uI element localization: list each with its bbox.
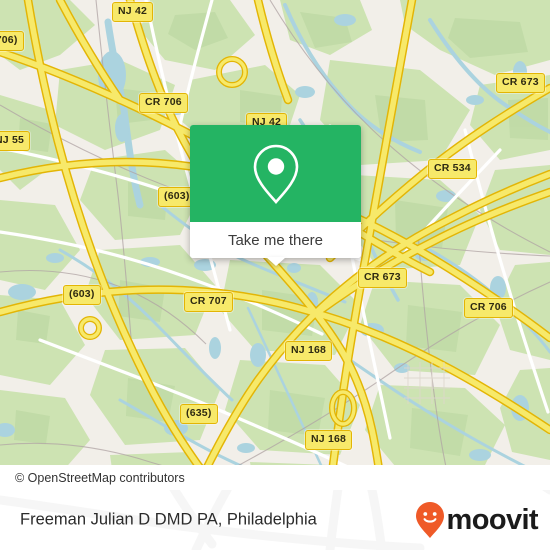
shield-cr-673-northeast: CR 673 [496, 73, 545, 93]
place-title: Freeman Julian D DMD PA, Philadelphia [20, 510, 317, 529]
take-me-there-label: Take me there [227, 231, 324, 249]
moovit-logo[interactable]: moovit [415, 501, 539, 539]
footer-bar: Freeman Julian D DMD PA, Philadelphia mo… [0, 490, 550, 550]
shield-nj-42-north: NJ 42 [112, 2, 154, 22]
moovit-wordmark: moovit [446, 503, 539, 536]
popup-card-footer[interactable]: Take me there [190, 222, 361, 258]
map-attribution-bar: © OpenStreetMap contributors [0, 465, 550, 490]
moovit-smiley-pin-icon [415, 502, 444, 538]
shield-cr-706-east: CR 706 [464, 298, 513, 318]
shield-nj-55-west: NJ 55 [0, 131, 31, 151]
screenshot-root: NJ 42(706)CR 673CR 706NJ 42NJ 55CR 534(6… [0, 0, 550, 550]
shield-603-west: (603) [63, 285, 101, 305]
shield-cr-534-east: CR 534 [428, 159, 477, 179]
location-pin-icon [253, 144, 298, 204]
shield-nj-168-lower: NJ 168 [305, 430, 353, 450]
shield-cr-673-center: CR 673 [358, 268, 407, 288]
location-popup-card[interactable]: Take me there [190, 125, 361, 266]
shield-cr-706-west: CR 706 [139, 93, 188, 113]
shield-635: (635) [180, 404, 218, 424]
popup-card-tail [265, 257, 286, 266]
popup-card-header [190, 125, 361, 222]
openstreetmap-attribution[interactable]: © OpenStreetMap contributors [0, 471, 185, 485]
map-viewport[interactable]: NJ 42(706)CR 673CR 706NJ 42NJ 55CR 534(6… [0, 0, 550, 490]
shield-706-west: (706) [0, 31, 24, 51]
shield-cr-707: CR 707 [184, 292, 233, 312]
shield-nj-168-upper: NJ 168 [285, 341, 333, 361]
